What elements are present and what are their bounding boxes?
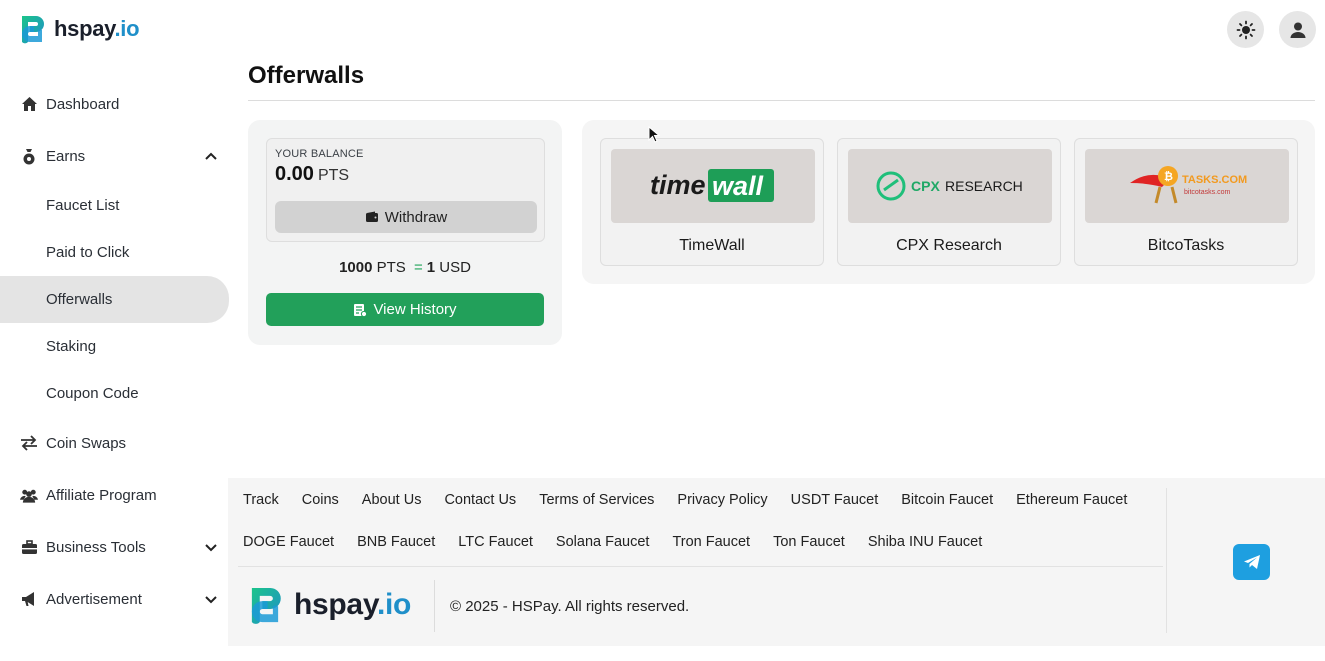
footer-links-row-2: DOGE Faucet BNB Faucet LTC Faucet Solana… (243, 534, 1173, 550)
sidebar-item-label: Earns (46, 147, 86, 165)
footer-link[interactable]: USDT Faucet (791, 492, 879, 508)
conversion-rate: 1000 PTS = 1 USD (339, 259, 471, 276)
bitcotasks-logo: ₿ TASKS.COM bitcotasks.com (1085, 149, 1289, 223)
footer-link[interactable]: Coins (302, 492, 339, 508)
balance-value: 0.00 PTS (275, 163, 350, 185)
withdraw-button[interactable]: Withdraw (275, 201, 537, 233)
balance-card: YOUR BALANCE 0.00 PTS Withdraw 1000 PTS =… (248, 120, 562, 345)
offerwall-card-timewall[interactable]: time wall TimeWall (600, 138, 824, 266)
sun-icon (1236, 20, 1255, 39)
offerwall-name: BitcoTasks (1147, 237, 1225, 254)
cpx-logo-word-b: RESEARCH (945, 178, 1023, 194)
user-menu-button[interactable] (1279, 11, 1316, 48)
footer-link[interactable]: Ton Faucet (773, 534, 845, 550)
sidebar-item-business-tools[interactable]: Business Tools (0, 521, 230, 573)
balance-unit: PTS (317, 167, 350, 184)
offerwall-card-cpx-research[interactable]: CPX RESEARCH CPX Research (837, 138, 1061, 266)
brand-name: hspay.io (294, 588, 412, 621)
footer-link[interactable]: Tron Faucet (672, 534, 750, 550)
money-bag-icon (20, 147, 38, 165)
balance-box: YOUR BALANCE 0.00 PTS Withdraw (266, 138, 545, 242)
sidebar-item-coin-swaps[interactable]: Coin Swaps (0, 417, 230, 469)
sidebar-item-earns[interactable]: Earns (0, 130, 230, 182)
withdraw-label: Withdraw (384, 208, 448, 226)
offerwalls-panel: time wall TimeWall CPX RESEARCH CPX Rese… (582, 120, 1315, 284)
history-icon (354, 303, 368, 317)
footer-divider-vertical (1166, 488, 1167, 633)
sidebar-subitem-offerwalls[interactable]: Offerwalls (0, 276, 229, 323)
hspay-logo-icon (22, 16, 44, 44)
brand-logo[interactable]: hspay.io (16, 12, 140, 46)
theme-toggle-button[interactable] (1227, 11, 1264, 48)
timewall-logo-word-a: time (650, 170, 706, 200)
footer-link[interactable]: Track (243, 492, 279, 508)
toolbox-icon (20, 538, 38, 556)
wallet-icon (365, 211, 378, 222)
footer-link[interactable]: About Us (362, 492, 422, 508)
cpx-logo-word-a: CPX (911, 178, 940, 194)
footer-link[interactable]: BNB Faucet (357, 534, 435, 550)
footer: Track Coins About Us Contact Us Terms of… (228, 478, 1325, 646)
chevron-down-icon[interactable] (204, 540, 218, 554)
sidebar-item-label: Business Tools (46, 538, 146, 556)
offerwall-name: TimeWall (679, 237, 745, 254)
page-title: Offerwalls (248, 62, 365, 89)
mouse-cursor-icon (648, 126, 660, 143)
user-icon (1290, 22, 1305, 38)
footer-link[interactable]: Privacy Policy (677, 492, 767, 508)
footer-link[interactable]: LTC Faucet (458, 534, 533, 550)
home-icon (20, 95, 38, 113)
chevron-down-icon[interactable] (204, 592, 218, 606)
footer-link[interactable]: Shiba INU Faucet (868, 534, 982, 550)
bitcotasks-logo-word-a: TASKS.COM (1182, 174, 1247, 186)
timewall-logo-word-b: wall (712, 171, 764, 201)
sidebar-item-label: Advertisement (46, 590, 142, 608)
footer-link[interactable]: Terms of Services (539, 492, 654, 508)
view-history-button[interactable]: View History (266, 293, 544, 326)
chevron-up-icon[interactable] (204, 149, 218, 163)
cpx-research-logo: CPX RESEARCH (848, 149, 1052, 223)
footer-link[interactable]: Bitcoin Faucet (901, 492, 993, 508)
megaphone-icon (20, 590, 38, 608)
footer-divider (238, 566, 1163, 567)
bitcotasks-logo-word-b: bitcotasks.com (1184, 189, 1230, 196)
sidebar-item-advertisement[interactable]: Advertisement (0, 573, 230, 625)
timewall-logo: time wall (611, 149, 815, 223)
users-icon (20, 486, 38, 504)
footer-link[interactable]: Ethereum Faucet (1016, 492, 1127, 508)
sidebar-item-label: Coin Swaps (46, 434, 127, 452)
telegram-icon (1243, 555, 1260, 569)
offerwall-card-bitcotasks[interactable]: ₿ TASKS.COM bitcotasks.com BitcoTasks (1074, 138, 1298, 266)
brand-name: hspay.io (54, 16, 140, 41)
sidebar-subitem-faucet-list[interactable]: Faucet List (0, 182, 230, 229)
telegram-button[interactable] (1233, 544, 1270, 580)
hspay-logo-icon (251, 587, 281, 624)
sidebar-subitem-coupon-code[interactable]: Coupon Code (0, 370, 230, 417)
footer-link[interactable]: Solana Faucet (556, 534, 650, 550)
sidebar-item-label: Dashboard (46, 95, 120, 113)
sidebar: Dashboard Earns Faucet List Paid to Clic… (0, 78, 230, 625)
sidebar-item-affiliate-program[interactable]: Affiliate Program (0, 469, 230, 521)
svg-text:₿: ₿ (1164, 171, 1173, 183)
footer-link[interactable]: Contact Us (444, 492, 516, 508)
footer-brand-logo[interactable]: hspay.io (244, 582, 411, 628)
footer-link[interactable]: DOGE Faucet (243, 534, 334, 550)
balance-label: YOUR BALANCE (275, 148, 364, 160)
sidebar-item-dashboard[interactable]: Dashboard (0, 78, 230, 130)
view-history-label: View History (373, 301, 457, 318)
sidebar-subitem-staking[interactable]: Staking (0, 323, 230, 370)
offerwall-name: CPX Research (896, 237, 1002, 254)
copyright-text: © 2025 - HSPay. All rights reserved. (450, 598, 690, 615)
footer-logo-divider (434, 580, 435, 632)
sidebar-item-label: Affiliate Program (46, 486, 157, 504)
footer-links-row-1: Track Coins About Us Contact Us Terms of… (243, 492, 1173, 508)
sidebar-subitem-paid-to-click[interactable]: Paid to Click (0, 229, 230, 276)
title-divider (248, 100, 1315, 101)
swap-arrows-icon (20, 434, 38, 452)
